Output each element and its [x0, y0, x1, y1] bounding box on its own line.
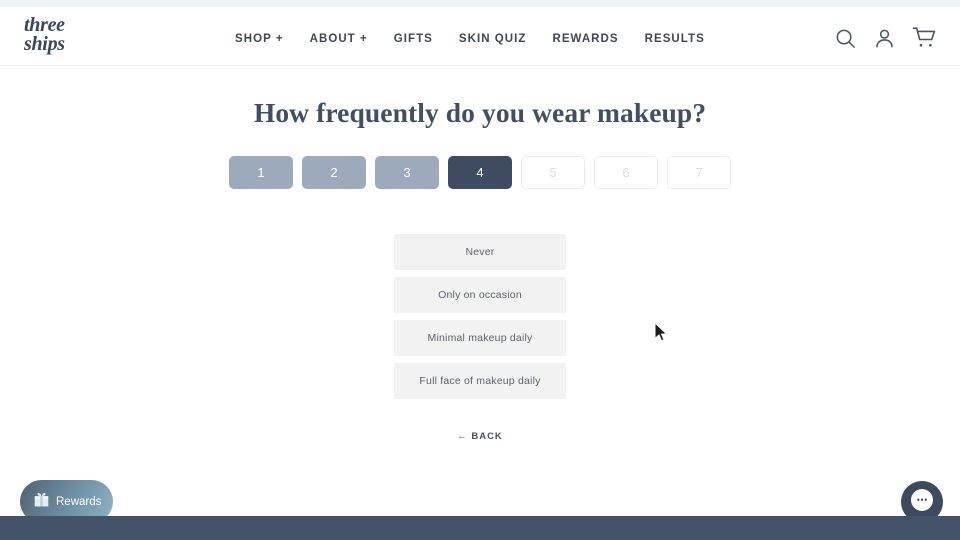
answer-option-never[interactable]: Never: [394, 234, 566, 270]
search-icon[interactable]: [834, 27, 857, 55]
step-2[interactable]: 2: [302, 156, 366, 189]
nav-rewards[interactable]: REWARDS: [552, 33, 618, 45]
answer-option-list: Never Only on occasion Minimal makeup da…: [394, 234, 566, 399]
answer-option-minimal-makeup[interactable]: Minimal makeup daily: [394, 320, 566, 356]
answer-option-only-on-occasion[interactable]: Only on occasion: [394, 277, 566, 313]
nav-about[interactable]: ABOUT +: [310, 33, 368, 45]
gift-icon: [33, 491, 50, 513]
nav-gifts[interactable]: GIFTS: [394, 33, 433, 45]
nav-results[interactable]: RESULTS: [645, 33, 705, 45]
account-icon[interactable]: [873, 27, 896, 55]
main-navigation: SHOP + ABOUT + GIFTS SKIN QUIZ REWARDS R…: [235, 33, 705, 45]
step-7[interactable]: 7: [667, 156, 731, 189]
chat-bubble-icon: [909, 487, 935, 518]
cart-icon[interactable]: [912, 26, 936, 55]
step-indicator: 1 2 3 4 5 6 7: [0, 156, 960, 189]
page-title: How frequently do you wear makeup?: [253, 97, 707, 128]
nav-shop[interactable]: SHOP +: [235, 33, 284, 45]
rewards-label: Rewards: [56, 495, 102, 508]
nav-skin-quiz[interactable]: SKIN QUIZ: [459, 33, 527, 45]
back-button[interactable]: ← BACK: [420, 431, 540, 442]
step-5[interactable]: 5: [521, 156, 585, 189]
quiz-main: How frequently do you wear makeup? 1 2 3…: [0, 66, 960, 442]
announcement-bar: [0, 0, 960, 7]
footer-band: [0, 516, 960, 540]
step-1[interactable]: 1: [229, 156, 293, 189]
site-header: three ships SHOP + ABOUT + GIFTS SKIN QU…: [0, 7, 960, 66]
answer-option-full-face-makeup[interactable]: Full face of makeup daily: [394, 363, 566, 399]
site-logo[interactable]: three ships: [24, 15, 65, 55]
header-icon-group: [834, 26, 936, 55]
step-4[interactable]: 4: [448, 156, 512, 189]
logo-line-two: ships: [24, 33, 65, 55]
step-6[interactable]: 6: [594, 156, 658, 189]
step-3[interactable]: 3: [375, 156, 439, 189]
